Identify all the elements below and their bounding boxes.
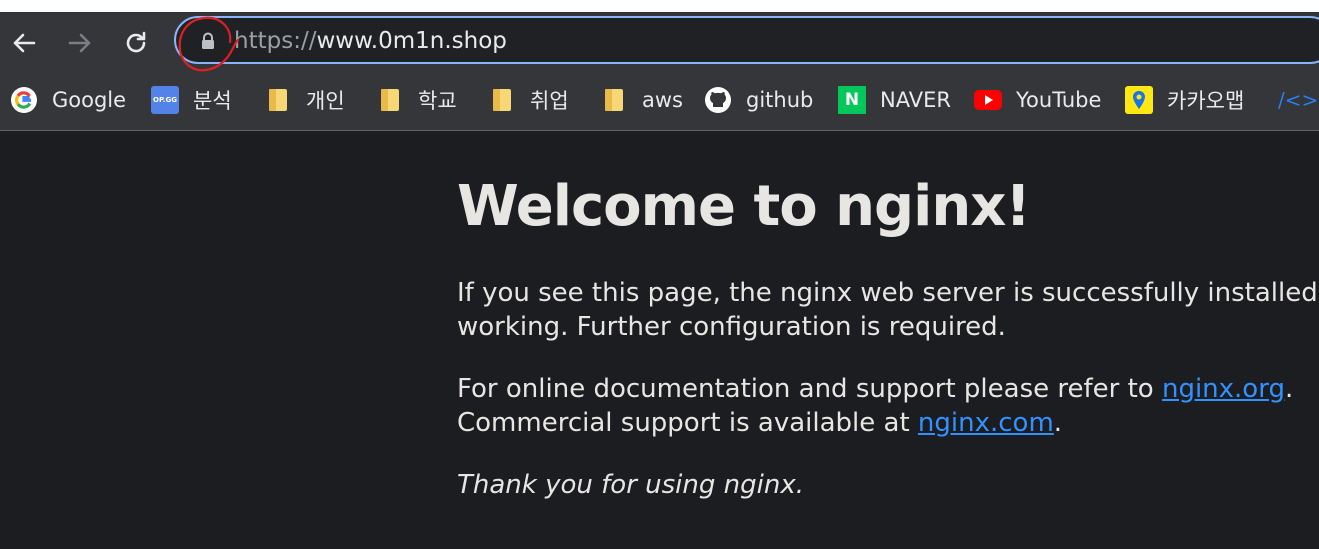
google-icon [10, 86, 38, 114]
back-button[interactable] [7, 26, 41, 60]
bookmark-opgg[interactable]: OP.GG 분석 [151, 84, 232, 116]
folder-icon [264, 86, 292, 114]
bookmark-label: YouTube [1016, 88, 1102, 112]
bookmarks-bar: Google OP.GG 분석 개인 학교 취업 aws github N NA… [0, 74, 1319, 131]
page-heading: Welcome to nginx! [457, 174, 1031, 239]
bookmark-label: NAVER [880, 88, 951, 112]
url-text[interactable]: https://www.0m1n.shop [234, 27, 507, 55]
reload-icon [126, 31, 146, 53]
youtube-icon [974, 86, 1002, 114]
kakaomap-icon [1125, 86, 1153, 114]
arrow-right-icon [68, 33, 91, 53]
folder-icon [600, 86, 628, 114]
lock-icon[interactable] [198, 31, 218, 51]
bookmark-folder-school[interactable]: 학교 [376, 84, 457, 116]
commercial-text: Commercial support is available at [457, 408, 918, 438]
nginx-com-link[interactable]: nginx.com [918, 408, 1054, 438]
opgg-icon-text: OP.GG [151, 86, 179, 114]
github-icon [704, 86, 732, 114]
bookmark-folder-personal[interactable]: 개인 [264, 84, 345, 116]
page-content: Welcome to nginx! If you see this page, … [0, 131, 1319, 549]
naver-icon: N [838, 86, 866, 114]
period: . [1284, 374, 1294, 404]
intro-line-1: If you see this page, the nginx web serv… [457, 278, 1319, 308]
code-icon: /<> [1278, 88, 1319, 112]
docs-paragraph: For online documentation and support ple… [457, 372, 1293, 440]
bookmark-kakaomap[interactable]: 카카오맵 [1125, 84, 1244, 116]
opgg-icon: OP.GG [151, 86, 179, 114]
url-host: www.0m1n.shop [316, 28, 507, 54]
bookmark-label: 취업 [530, 89, 569, 113]
folder-icon [376, 86, 404, 114]
browser-toolbar: https://www.0m1n.shop [0, 12, 1319, 74]
bookmark-label: 개인 [306, 89, 345, 113]
reload-button[interactable] [119, 26, 153, 60]
address-bar[interactable]: https://www.0m1n.shop [174, 16, 1319, 64]
arrow-left-icon [13, 33, 36, 53]
bookmark-code[interactable]: /<> [1278, 84, 1318, 116]
docs-text: For online documentation and support ple… [457, 374, 1162, 404]
intro-line-2: working. Further configuration is requir… [457, 312, 1006, 342]
intro-paragraph: If you see this page, the nginx web serv… [457, 276, 1319, 344]
bookmark-label: 카카오맵 [1167, 89, 1245, 113]
naver-icon-text: N [838, 86, 866, 114]
bookmark-label: aws [642, 88, 683, 112]
nginx-org-link[interactable]: nginx.org [1162, 374, 1285, 404]
folder-icon [488, 86, 516, 114]
bookmark-label: Google [52, 88, 127, 112]
bookmark-label: 학교 [418, 89, 457, 113]
bookmark-folder-aws[interactable]: aws [600, 84, 683, 116]
bookmark-github[interactable]: github [704, 84, 813, 116]
period: . [1053, 408, 1063, 438]
bookmark-folder-jobs[interactable]: 취업 [488, 84, 569, 116]
forward-button[interactable] [63, 26, 97, 60]
bookmark-google[interactable]: Google [10, 84, 126, 116]
url-scheme: https:// [234, 28, 317, 54]
thanks-text: Thank you for using nginx. [457, 470, 804, 500]
bookmark-youtube[interactable]: YouTube [974, 84, 1101, 116]
bookmark-label: 분석 [193, 89, 232, 113]
bookmark-label: github [746, 88, 814, 112]
window-top-strip [0, 0, 1319, 12]
bookmark-naver[interactable]: N NAVER [838, 84, 951, 116]
